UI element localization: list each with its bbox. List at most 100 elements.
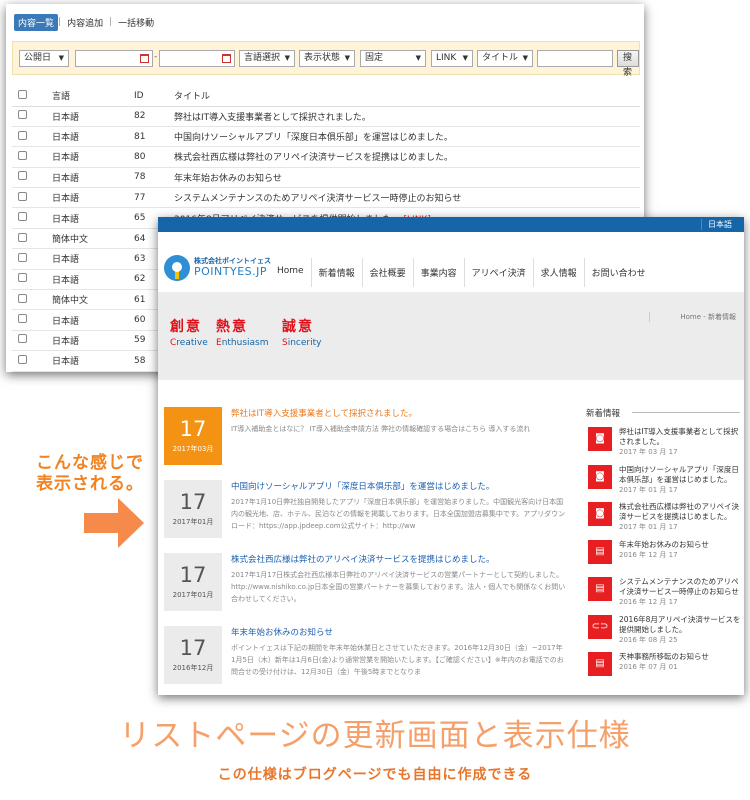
row-checkbox[interactable] <box>18 354 27 364</box>
date-to-input[interactable] <box>159 50 235 67</box>
menu-recruit[interactable]: 求人情報 <box>534 258 585 287</box>
nav-content-list[interactable]: 内容一覧 <box>14 13 59 31</box>
menu-alipay[interactable]: アリペイ決済 <box>465 258 534 287</box>
row-checkbox[interactable] <box>18 150 27 160</box>
sidebar-news-title[interactable]: 弊社はIT導入支援事業者として採択されました。 <box>619 427 741 447</box>
row-id: 80 <box>134 146 174 168</box>
sidebar-news-item[interactable]: ◙ 弊社はIT導入支援事業者として採択されました。 2017 年 03 月 17 <box>586 425 744 463</box>
date-badge: 17 2017年01月 <box>164 480 222 538</box>
nav-content-add[interactable]: 内容追加 <box>61 16 109 29</box>
chevron-down-icon: ▼ <box>522 54 528 62</box>
row-checkbox[interactable] <box>18 191 27 201</box>
breadcrumb[interactable]: Home - 新着情報 <box>649 312 736 322</box>
menu-company[interactable]: 会社概要 <box>363 258 414 287</box>
sidebar-news-date: 2016 年 07 月 01 <box>619 663 678 671</box>
date-from-input[interactable] <box>75 50 153 67</box>
row-checkbox[interactable] <box>18 232 27 242</box>
news-entry-excerpt: 2017年1月10日弊社独自開発したアプリ「深度日本俱乐部」を運営始まりました。… <box>231 498 566 530</box>
table-row[interactable]: 日本語 80 株式会社西広様は弊社のアリペイ決済サービスを提携はじめました。 <box>12 146 640 168</box>
row-checkbox[interactable] <box>18 252 27 262</box>
row-checkbox[interactable] <box>18 110 27 120</box>
hero-banner: 創意 Creative 熱意 Enthusiasm 誠意 Sincerity H… <box>158 292 744 380</box>
hero-word-rest: reative <box>176 338 208 348</box>
menu-business[interactable]: 事業内容 <box>414 258 465 287</box>
camera-icon[interactable]: ◙ <box>588 502 612 526</box>
row-checkbox[interactable] <box>18 130 27 140</box>
row-title[interactable]: 中国向けソーシャルアプリ「深度日本俱乐部」を運営はじめました。 <box>174 133 453 143</box>
chevron-down-icon: ▼ <box>462 54 468 62</box>
search-input[interactable] <box>537 50 613 67</box>
news-entry-title[interactable]: 中国向けソーシャルアプリ「深度日本俱乐部」を運営はじめました。 <box>231 480 494 492</box>
row-title[interactable]: 株式会社西広様は弊社のアリペイ決済サービスを提携はじめました。 <box>174 153 453 163</box>
column-header-title[interactable]: タイトル <box>174 86 640 107</box>
logo-site-name[interactable]: POINTYES.JP <box>194 265 267 278</box>
nav-bulk-move[interactable]: 一括移動 <box>112 16 160 29</box>
sidebar-news-item[interactable]: ▤ 年末年始お休みのお知らせ 2016 年 12 月 17 <box>586 538 744 576</box>
document-icon[interactable]: ▤ <box>588 539 612 564</box>
sidebar-news-item[interactable]: ◙ 中国向けソーシャルアプリ「深度日本俱乐部」を運営はじめました。 2017 年 0… <box>586 463 744 501</box>
document-icon[interactable]: ▤ <box>588 577 612 601</box>
menu-contact[interactable]: お問い合わせ <box>585 258 653 287</box>
menu-news[interactable]: 新着情報 <box>312 258 363 287</box>
sidebar-news-title[interactable]: 中国向けソーシャルアプリ「深度日本俱乐部」を運営はじめました。 <box>619 465 741 485</box>
sidebar-news-title[interactable]: 年末年始お休みのお知らせ <box>619 540 741 550</box>
row-language: 日本語 <box>52 126 134 148</box>
table-row[interactable]: 日本語 77 システムメンテナンスのためアリペイ決済サービス一時停止のお知らせ <box>12 187 640 209</box>
news-entry-title[interactable]: 株式会社西広様は弊社のアリペイ決済サービスを提携はじめました。 <box>231 553 495 565</box>
sidebar-news-title[interactable]: 2016年8月アリペイ決済サービスを提供開始しました。 <box>619 615 741 635</box>
link-select[interactable]: LINK ▼ <box>431 50 473 67</box>
sidebar-news-title-block: システムメンテナンスのためアリペイ決済サービス一時停止のお知らせ 2016 年 1… <box>619 577 741 607</box>
row-title[interactable]: 年末年始お休みのお知らせ <box>174 174 282 184</box>
row-checkbox[interactable] <box>18 171 27 181</box>
news-entry-excerpt: 2017年1月17日株式会社西広様本日弊社のアリペイ決済サービスの営業パートナー… <box>231 571 566 603</box>
callout-text: こんな感じで 表示される。 <box>36 453 144 495</box>
table-row[interactable]: 日本語 81 中国向けソーシャルアプリ「深度日本俱乐部」を運営はじめました。 <box>12 126 640 148</box>
fixed-select[interactable]: 固定 ▼ <box>360 50 426 67</box>
title-select[interactable]: タイトル ▼ <box>477 50 533 67</box>
table-row[interactable]: 日本語 78 年末年始お休みのお知らせ <box>12 167 640 189</box>
row-title[interactable]: 弊社はIT導入支援事業者として採択されました。 <box>174 113 371 123</box>
camera-icon[interactable]: ◙ <box>588 427 612 451</box>
row-select-cell <box>12 106 52 127</box>
sidebar-news-title[interactable]: 天神事務所移転のお知らせ <box>619 652 741 662</box>
row-checkbox[interactable] <box>18 273 27 283</box>
row-checkbox[interactable] <box>18 293 27 303</box>
column-header-language[interactable]: 言語 <box>52 86 134 107</box>
date-select[interactable]: 公開日 ▼ <box>19 50 69 67</box>
select-all-checkbox[interactable] <box>18 89 27 99</box>
row-checkbox[interactable] <box>18 334 27 344</box>
sidebar-news-item[interactable]: ⊂⊃ 2016年8月アリペイ決済サービスを提供開始しました。 2016 年 08 月… <box>586 613 744 651</box>
row-checkbox[interactable] <box>18 314 27 324</box>
row-title[interactable]: システムメンテナンスのためアリペイ決済サービス一時停止のお知らせ <box>174 194 461 204</box>
row-select-cell <box>12 146 52 168</box>
calendar-icon[interactable] <box>222 54 231 63</box>
sidebar-news-title-block: 天神事務所移転のお知らせ 2016 年 07 月 01 <box>619 652 741 672</box>
chevron-down-icon: ▼ <box>284 54 290 62</box>
menu-home[interactable]: Home <box>270 258 312 287</box>
news-entry-title[interactable]: 年末年始お休みのお知らせ <box>231 626 333 638</box>
row-checkbox[interactable] <box>18 212 27 222</box>
logo-icon[interactable] <box>164 255 190 281</box>
sidebar-news-title[interactable]: システムメンテナンスのためアリペイ決済サービス一時停止のお知らせ <box>619 577 741 597</box>
language-select[interactable]: 言語選択 ▼ <box>239 50 295 67</box>
sidebar-news-item[interactable]: ◙ 株式会社西広様は弊社のアリペイ決済サービスを提携はじめました。 2017 年 0… <box>586 500 744 538</box>
language-switch[interactable]: 日本語 <box>701 219 732 230</box>
document-icon[interactable]: ▤ <box>588 652 612 676</box>
column-header-id[interactable]: ID <box>134 86 174 107</box>
sidebar-news-title-block: 中国向けソーシャルアプリ「深度日本俱乐部」を運営はじめました。 2017 年 01… <box>619 465 741 495</box>
sidebar-news-item[interactable]: ▤ システムメンテナンスのためアリペイ決済サービス一時停止のお知らせ 2016 年 … <box>586 575 744 613</box>
status-select[interactable]: 表示状態 ▼ <box>299 50 355 67</box>
hero-kanji-text: 創意 <box>170 319 202 335</box>
calendar-icon[interactable] <box>140 54 149 63</box>
news-entry-title[interactable]: 弊社はIT導入支援事業者として採択されました。 <box>231 407 417 419</box>
link-icon[interactable]: ⊂⊃ <box>588 614 612 639</box>
search-button[interactable]: 搜索 <box>617 50 639 78</box>
sidebar-news-title-block: 株式会社西広様は弊社のアリペイ決済サービスを提携はじめました。 2017 年 01… <box>619 502 741 532</box>
hero-sincerity: 誠意 Sincerity <box>282 316 321 348</box>
sidebar-news-item[interactable]: ▤ 天神事務所移転のお知らせ 2016 年 07 月 01 <box>586 650 744 688</box>
sidebar-news-title[interactable]: 株式会社西広様は弊社のアリペイ決済サービスを提携はじめました。 <box>619 502 741 522</box>
row-select-cell <box>12 228 52 250</box>
camera-icon[interactable]: ◙ <box>588 464 612 489</box>
table-row[interactable]: 日本語 82 弊社はIT導入支援事業者として採択されました。 <box>12 106 640 127</box>
row-select-cell <box>12 167 52 189</box>
